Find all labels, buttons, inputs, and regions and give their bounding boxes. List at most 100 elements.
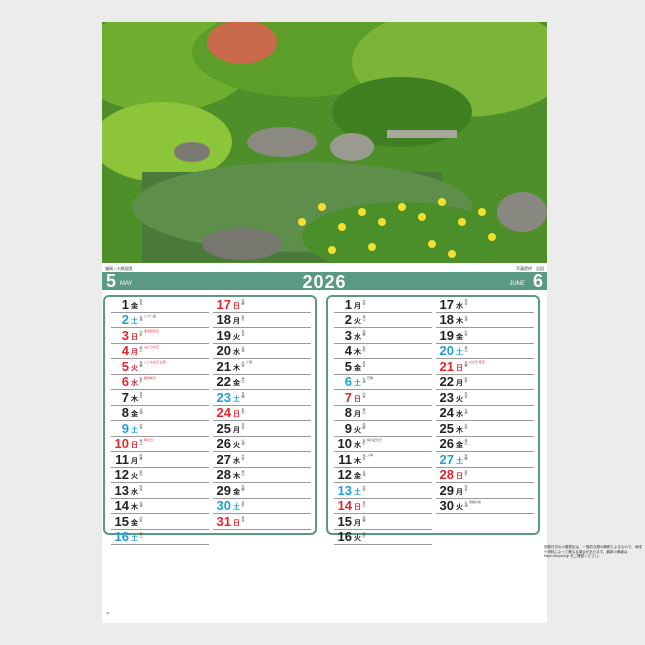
- rokuyo: 友引: [362, 345, 366, 352]
- garden-photo: [102, 22, 547, 263]
- day-number: 9: [344, 420, 352, 436]
- day-number: 17: [216, 296, 231, 312]
- may-calendar-panel: 1 金先負 2 土仏滅 八十八夜 3 日大安 憲法記念日 4 月赤口 みどりの日 5 火先勝 こどもの日 …: [103, 295, 317, 545]
- day-row: 1 月大安: [334, 297, 432, 313]
- day-row: 30 火仏滅 夏越の祓: [436, 498, 534, 514]
- rokuyo: 先負: [464, 485, 468, 491]
- rokuyo: 仏滅: [139, 500, 143, 507]
- rokuyo: 仏滅: [464, 407, 468, 414]
- day-row: 13 土大安: [334, 483, 432, 499]
- rokuyo: 仏滅: [362, 376, 366, 383]
- day-row: 12 火友引: [111, 468, 209, 483]
- weekday: 金: [354, 473, 361, 480]
- day-number: 30: [439, 498, 454, 513]
- day-row: 11 月先勝: [111, 452, 209, 468]
- day-event: 時の記念日: [367, 437, 383, 442]
- weekday: 土: [456, 457, 463, 465]
- rokuyo: 仏滅: [139, 407, 143, 414]
- weekday: 火: [131, 473, 138, 480]
- weekday: 金: [233, 380, 240, 387]
- day-number: 7: [121, 389, 129, 405]
- day-row: 4 木友引: [334, 344, 432, 359]
- weekday: 日: [233, 302, 240, 310]
- day-row: 9 火先勝: [334, 421, 432, 437]
- day-row: 19 火先負: [213, 328, 311, 344]
- day-number: 16: [114, 529, 129, 544]
- may-column-2: 17 日先勝 18 月友引 19 火先負 20 水仏滅 21 木大安 小満 22 金赤口 23 土先勝 24 日…: [213, 297, 311, 530]
- day-number: 25: [439, 420, 454, 436]
- weekday: 水: [233, 457, 240, 465]
- day-row: 27 土先勝: [436, 452, 534, 468]
- day-row: 14 木仏滅: [111, 499, 209, 514]
- rokuyo: 先勝: [464, 454, 468, 460]
- weekday: 月: [131, 457, 138, 465]
- day-row: 16 火友引: [334, 529, 432, 545]
- day-row: 2 土仏滅 八十八夜: [111, 313, 209, 328]
- day-number: 25: [216, 420, 231, 436]
- day-event: 夏越の祓: [469, 499, 482, 504]
- day-number: 15: [114, 513, 129, 529]
- day-number: 22: [439, 374, 454, 389]
- page-number: 48: [106, 611, 110, 615]
- day-row: 20 水仏滅: [213, 344, 311, 359]
- day-row: 18 月友引: [213, 313, 311, 328]
- rokuyo: 友引: [241, 500, 245, 507]
- rokuyo: 友引: [241, 314, 245, 321]
- day-number: 20: [439, 343, 454, 358]
- day-number: 16: [337, 529, 352, 544]
- day-row: 28 日友引: [436, 467, 534, 483]
- day-number: 8: [344, 405, 352, 420]
- weekday: 土: [456, 349, 463, 356]
- rokuyo: 大安: [139, 423, 143, 429]
- rokuyo: 赤口: [362, 314, 366, 321]
- day-event: 振替休日: [144, 375, 157, 380]
- day-row: 30 土友引: [213, 499, 311, 514]
- weekday: 土: [354, 488, 361, 496]
- rokuyo: 友引: [139, 469, 143, 476]
- weekday: 水: [354, 333, 361, 341]
- day-number: 19: [439, 327, 454, 343]
- day-number: 10: [337, 436, 352, 451]
- weekday: 水: [456, 411, 463, 418]
- rokuyo: 仏滅: [241, 438, 245, 445]
- rokuyo: 赤口: [464, 345, 468, 352]
- rokuyo: 先勝: [241, 392, 245, 398]
- rokuyo: 赤口: [139, 438, 143, 445]
- day-event: 父の日 夏至: [469, 360, 485, 364]
- rokuyo: 友引: [139, 376, 143, 383]
- day-row: 22 月友引: [436, 374, 534, 390]
- day-row: 8 月赤口: [334, 405, 432, 421]
- weekday: 木: [354, 457, 361, 465]
- day-row: 10 水友引 時の記念日: [334, 436, 432, 452]
- june-column-1: 1 月大安 2 火赤口 3 水先勝 4 木友引 5 金先負 6 土仏滅 芒種 7 日大安 8 月赤口 9 火先勝 10…: [334, 297, 432, 545]
- day-number: 3: [121, 327, 129, 343]
- june-calendar-panel: 1 月大安 2 火赤口 3 水先勝 4 木友引 5 金先負 6 土仏滅 芒種 7 日大安 8 月赤口 9 火先勝 10…: [326, 295, 642, 558]
- rokuyo: 友引: [362, 438, 366, 445]
- rokuyo: 友引: [464, 376, 468, 383]
- day-number: 10: [114, 436, 129, 451]
- day-event: みどりの日: [144, 344, 160, 349]
- day-row: 26 金赤口: [436, 436, 534, 452]
- weekday: 火: [233, 333, 240, 341]
- rokuyo: 大安: [139, 330, 143, 336]
- weekday: 月: [233, 318, 240, 325]
- right-month-name: JUNE: [509, 281, 525, 287]
- day-row: 23 火先負: [436, 390, 534, 406]
- calendar-note: 西暦日付の六曜表記は、一般的な暦の解釈によるもので、地域や資料によって異なる場合…: [544, 545, 642, 558]
- rokuyo: 先負: [464, 392, 468, 398]
- day-number: 13: [337, 482, 352, 498]
- day-number: 7: [344, 389, 352, 405]
- weekday: 日: [131, 333, 138, 341]
- day-row: 7 木先負: [111, 390, 209, 406]
- rokuyo: 先負: [241, 516, 245, 522]
- day-row: 14 日赤口: [334, 499, 432, 514]
- day-number: 26: [439, 436, 454, 451]
- rokuyo: 赤口: [139, 345, 143, 352]
- weekday: 火: [131, 364, 138, 372]
- rokuyo: 仏滅: [139, 314, 143, 321]
- rokuyo: 仏滅: [362, 469, 366, 476]
- weekday: 火: [233, 442, 240, 449]
- day-number: 28: [439, 467, 454, 482]
- day-number: 15: [337, 513, 352, 529]
- day-row: 7 日大安: [334, 390, 432, 406]
